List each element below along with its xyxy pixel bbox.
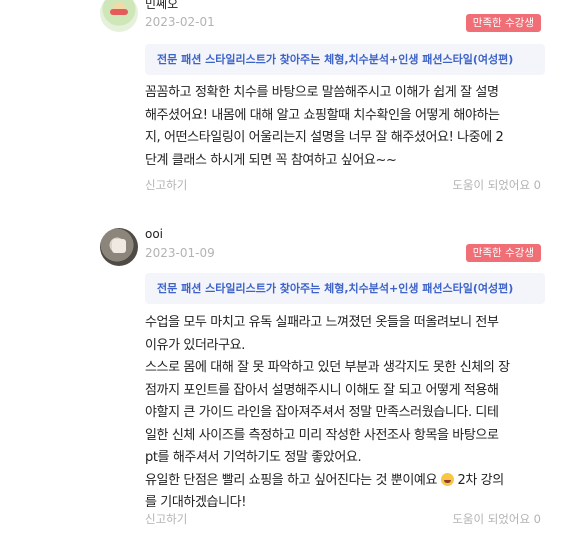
avatar-image-icon (110, 9, 128, 15)
course-title[interactable]: 전문 패션 스타일리스트가 찾아주는 체형,치수분석+인생 패션스타일(여성편) (145, 44, 545, 75)
satisfied-badge: 만족한 수강생 (465, 14, 541, 32)
helpful-button[interactable]: 도움이 되었어요 0 (452, 511, 541, 527)
avatar (100, 0, 138, 32)
review-line: 수업을 모두 마치고 유독 실패라고 느껴졌던 옷들을 떠올려보니 전부 (145, 315, 499, 330)
satisfied-badge: 만족한 수강생 (465, 244, 541, 262)
review-line: pt를 해주셔서 기억하기도 정말 좋았어요. (145, 450, 362, 465)
helpful-button[interactable]: 도움이 되었어요 0 (452, 177, 541, 193)
review-date: 2023-02-01 (145, 15, 215, 29)
review-line: 2차 강의 (457, 472, 504, 488)
review-line: 일한 신체 사이즈를 측정하고 미리 작성한 사전조사 항목을 바탕으로 (145, 427, 499, 443)
review-line: 이유가 있더라구요. (145, 337, 245, 353)
review-text: 수업을 모두 마치고 유독 실패라고 느껴졌던 옷들을 떠올려보니 전부 이유가… (145, 312, 550, 515)
avatar-image-icon (112, 239, 126, 253)
review-line: 유일한 단점은 빨리 쇼핑을 하고 싶어진다는 것 뿐이예요 (145, 472, 438, 488)
report-link[interactable]: 신고하기 (145, 177, 187, 193)
review-line: 스스로 몸에 대해 잘 못 파악하고 있던 부분과 생각지도 못한 신체의 장 (145, 360, 510, 375)
reviewer-name: 민쎄오 (145, 0, 179, 11)
review-line-with-emoji: 유일한 단점은 빨리 쇼핑을 하고 싶어진다는 것 뿐이예요 2차 강의 (145, 470, 550, 493)
course-title[interactable]: 전문 패션 스타일리스트가 찾아주는 체형,치수분석+인생 패션스타일(여성편) (145, 273, 545, 304)
report-link[interactable]: 신고하기 (145, 511, 187, 527)
review-line: 점까지 포인트를 잡아서 설명해주시니 이해도 잘 되고 어떻게 적용해 (145, 382, 499, 398)
review-text: 꼼꼼하고 정확한 치수를 바탕으로 말씀해주시고 이해가 쉽게 잘 설명 해주셨… (145, 85, 504, 168)
avatar (100, 228, 138, 266)
laughing-emoji-icon (440, 472, 454, 486)
review-line: 야할지 큰 가이드 라인을 잡아져주셔서 정말 만족스러웠습니다. 디테 (145, 405, 499, 420)
reviewer-name: ooi (145, 227, 164, 241)
review-date: 2023-01-09 (145, 246, 215, 260)
